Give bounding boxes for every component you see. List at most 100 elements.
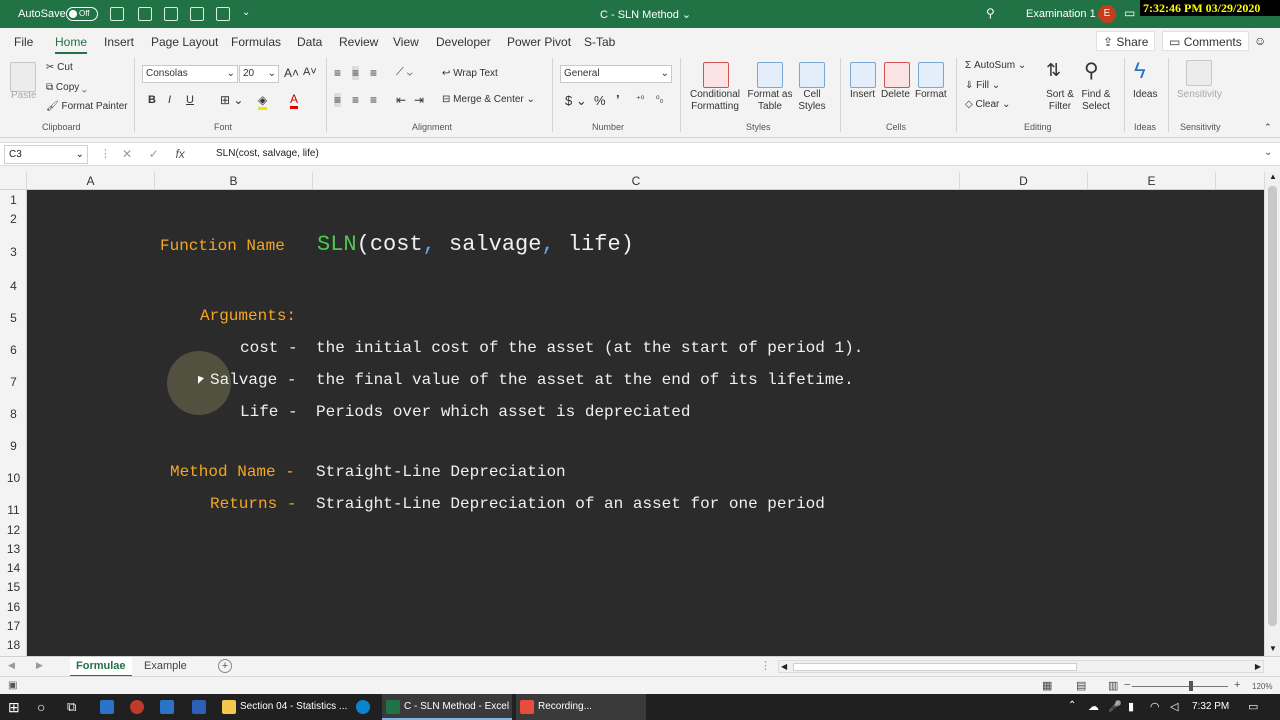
autosum-button[interactable]: Σ AutoSum ⌄ xyxy=(965,60,1026,71)
tab-data[interactable]: Data xyxy=(297,35,322,49)
task-view-icon[interactable]: ⧉ xyxy=(67,699,76,715)
column-header-c[interactable]: C xyxy=(313,172,960,190)
next-sheet-icon[interactable]: ▶ xyxy=(36,660,43,671)
tab-page-layout[interactable]: Page Layout xyxy=(151,35,218,49)
add-sheet-icon[interactable]: + xyxy=(218,659,232,673)
row-header[interactable]: 2 xyxy=(0,212,27,226)
clear-button[interactable]: ◇ Clear ⌄ xyxy=(965,99,1011,110)
prev-sheet-icon[interactable]: ◀ xyxy=(8,660,15,671)
macro-recording-icon[interactable]: ▣ xyxy=(8,680,17,691)
fill-color-icon[interactable]: ◈ xyxy=(258,93,268,110)
align-right-icon[interactable]: ≡ xyxy=(370,93,377,107)
row-header[interactable]: 4 xyxy=(0,279,27,293)
orientation-icon[interactable]: ⟋ ⌄ xyxy=(396,66,413,79)
taskbar-item-recording[interactable]: Recording... xyxy=(516,694,646,720)
notification-icon[interactable]: ▭ xyxy=(1248,700,1258,713)
column-header-d[interactable]: D xyxy=(960,172,1088,190)
share-button[interactable]: ⇪ Share xyxy=(1096,31,1156,51)
splitter-icon[interactable]: ⋮ xyxy=(760,659,771,672)
comma-style-button[interactable]: ’ xyxy=(616,92,620,107)
delete-cells-button[interactable]: Delete xyxy=(881,89,910,100)
row-header[interactable]: 8 xyxy=(0,407,27,421)
tab-developer[interactable]: Developer xyxy=(436,35,491,49)
tab-power-pivot[interactable]: Power Pivot xyxy=(507,35,571,49)
row-header[interactable]: 18 xyxy=(0,638,27,652)
cut-button[interactable]: ✂ Cut xyxy=(46,62,73,73)
wrap-text-button[interactable]: ↩ Wrap Text xyxy=(442,68,498,79)
search-icon[interactable]: ⚲ xyxy=(986,6,995,20)
scroll-down-icon[interactable]: ▼ xyxy=(1269,644,1277,653)
insert-function-icon[interactable]: fx xyxy=(175,147,184,161)
increase-indent-icon[interactable]: ⇥ xyxy=(414,93,424,107)
column-header-a[interactable]: A xyxy=(27,172,155,190)
tab-formulas[interactable]: Formulas xyxy=(231,35,281,49)
borders-icon[interactable]: ⊞ ⌄ xyxy=(220,93,243,107)
tab-s-tab[interactable]: S-Tab xyxy=(584,35,615,49)
sensitivity-button[interactable]: Sensitivity xyxy=(1177,89,1222,100)
zoom-slider[interactable] xyxy=(1132,686,1228,687)
format-as-table-button[interactable]: Format as Table xyxy=(746,89,794,113)
insert-cells-button[interactable]: Insert xyxy=(850,89,875,100)
tab-insert[interactable]: Insert xyxy=(104,35,134,49)
edge-icon[interactable] xyxy=(356,700,370,714)
format-painter-button[interactable]: 🖌 Format Painter xyxy=(46,101,128,112)
ideas-button[interactable]: Ideas xyxy=(1133,89,1157,100)
align-left-icon[interactable]: ≡ xyxy=(334,93,342,107)
emoji-icon[interactable]: ☺ xyxy=(1254,34,1266,48)
worksheet-grid[interactable]: Function Name SLN(cost, salvage, life) A… xyxy=(27,190,1264,656)
taskbar-clock[interactable]: 7:32 PM xyxy=(1192,701,1229,712)
todo-icon[interactable] xyxy=(160,700,174,714)
align-top-icon[interactable]: ≡ xyxy=(334,66,341,80)
bold-button[interactable]: B xyxy=(148,94,156,106)
zoom-in-icon[interactable]: + xyxy=(1234,679,1240,691)
sort-desc-icon[interactable] xyxy=(164,7,178,21)
row-header[interactable]: 3 xyxy=(0,245,27,259)
save-icon[interactable] xyxy=(110,7,124,21)
font-name-select[interactable]: Consolas ⌄ xyxy=(142,65,238,83)
grow-font-button[interactable]: A˄ xyxy=(284,66,299,80)
row-header[interactable]: 6 xyxy=(0,343,27,357)
paste-icon[interactable] xyxy=(10,62,36,92)
sort-filter-button[interactable]: Sort & Filter xyxy=(1040,89,1080,113)
avatar[interactable]: E xyxy=(1098,5,1116,23)
paste-button[interactable]: Paste xyxy=(11,90,37,101)
row-header[interactable]: 10 xyxy=(0,471,27,485)
format-cells-button[interactable]: Format xyxy=(915,89,947,100)
ribbon-display-options-icon[interactable]: ▭ xyxy=(1124,6,1135,20)
row-header[interactable]: 13 xyxy=(0,542,27,556)
scroll-up-icon[interactable]: ▲ xyxy=(1269,172,1277,181)
scroll-left-icon[interactable]: ◀ xyxy=(781,662,787,671)
row-header[interactable]: 12 xyxy=(0,523,27,537)
select-all-corner[interactable] xyxy=(0,172,27,190)
cortana-icon[interactable]: ○ xyxy=(37,699,45,715)
increase-decimal-icon[interactable]: ⁺⁰ xyxy=(636,94,644,105)
network-tray-icon[interactable]: ☁ xyxy=(1088,700,1099,713)
scroll-right-icon[interactable]: ▶ xyxy=(1255,662,1261,671)
merge-center-button[interactable]: ⊟ Merge & Center ⌄ xyxy=(442,94,535,105)
font-color-icon[interactable]: A xyxy=(290,92,299,109)
zoom-slider-handle[interactable] xyxy=(1189,681,1193,691)
zoom-out-icon[interactable]: − xyxy=(1124,679,1130,691)
tab-file[interactable]: File xyxy=(14,35,33,49)
copy-button[interactable]: ⧉ Copy ⌄ xyxy=(46,82,87,93)
expand-formula-bar-icon[interactable]: ⌄ xyxy=(1264,147,1272,158)
taskbar-item-section04[interactable]: Section 04 - Statistics ... xyxy=(218,694,376,720)
percent-button[interactable]: % xyxy=(594,93,606,108)
battery-icon[interactable]: ▮ xyxy=(1128,700,1134,713)
tray-expand-icon[interactable]: ⌃ xyxy=(1068,700,1076,711)
user-name[interactable]: Examination 1 xyxy=(1026,8,1096,20)
column-header-b[interactable]: B xyxy=(155,172,313,190)
row-header[interactable]: 1 xyxy=(0,193,27,207)
normal-view-icon[interactable]: ▦ xyxy=(1042,679,1052,692)
collapse-ribbon-icon[interactable]: ⌃ xyxy=(1264,122,1272,133)
page-break-view-icon[interactable]: ▥ xyxy=(1108,679,1118,692)
tab-home[interactable]: Home xyxy=(55,35,88,54)
customize-qat-icon[interactable]: ⌄ xyxy=(242,7,250,18)
autosave-toggle[interactable]: Off xyxy=(66,7,98,21)
page-layout-view-icon[interactable]: ▤ xyxy=(1076,679,1086,692)
zoom-level[interactable]: 120% xyxy=(1252,682,1272,691)
enter-icon[interactable]: ✓ xyxy=(149,147,159,161)
comments-button[interactable]: ▭ Comments xyxy=(1162,31,1249,51)
form-icon[interactable] xyxy=(216,7,230,21)
row-header[interactable]: 14 xyxy=(0,561,27,575)
